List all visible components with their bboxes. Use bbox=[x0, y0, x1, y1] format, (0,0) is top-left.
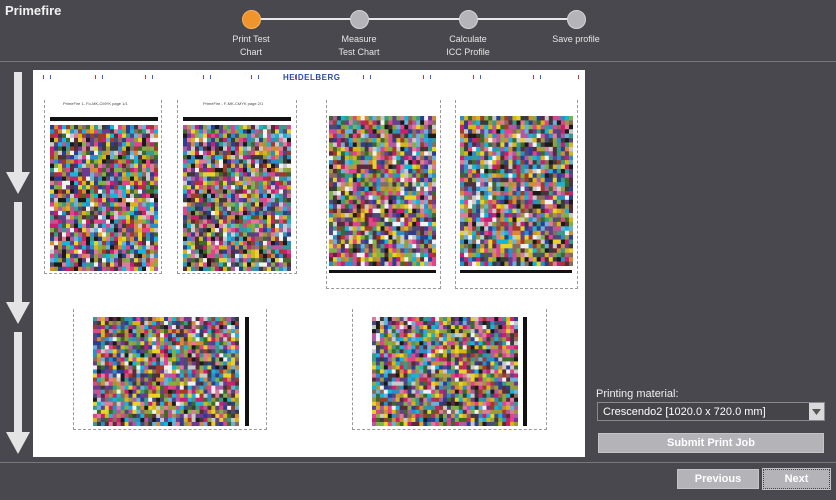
step-dot bbox=[566, 10, 586, 29]
step-label: Measure Test Chart bbox=[338, 34, 380, 57]
step-print-test-chart[interactable]: Print Test Chart bbox=[216, 8, 286, 59]
down-arrow-icon bbox=[6, 72, 30, 194]
down-arrow-icon bbox=[6, 332, 30, 454]
header-divider bbox=[0, 61, 836, 62]
wizard-steps: Print Test Chart Measure Test Chart Calc… bbox=[216, 8, 616, 58]
chevron-down-icon[interactable] bbox=[809, 403, 824, 420]
step-calculate-icc-profile[interactable]: Calculate ICC Profile bbox=[433, 8, 503, 59]
registration-mark-icon bbox=[423, 75, 431, 79]
sheet-caption: PrimeFire 1- Fo-MK-CMYK page 1/1 bbox=[63, 101, 128, 106]
registration-mark-icon bbox=[363, 75, 371, 79]
color-patch-grid bbox=[50, 125, 158, 271]
step-label: Calculate ICC Profile bbox=[446, 34, 490, 57]
next-button[interactable]: Next bbox=[762, 468, 831, 490]
registration-mark-icon bbox=[145, 75, 153, 79]
step-dot-active bbox=[241, 10, 261, 29]
black-bar bbox=[245, 317, 249, 426]
app-title: Primefire bbox=[5, 3, 62, 18]
step-dot bbox=[349, 10, 369, 29]
printing-material-label: Printing material: bbox=[596, 388, 679, 400]
color-patch-grid bbox=[372, 317, 518, 426]
step-save-profile[interactable]: Save profile bbox=[541, 8, 611, 46]
heidelberg-logo: HEIDELBERG bbox=[283, 73, 341, 82]
registration-mark-icon bbox=[95, 75, 103, 79]
registration-mark-icon bbox=[203, 75, 211, 79]
black-bar bbox=[50, 117, 158, 121]
printing-material-value: Crescendo2 [1020.0 x 720.0 mm] bbox=[603, 406, 766, 418]
registration-mark-icon bbox=[473, 75, 481, 79]
color-patch-grid bbox=[460, 116, 573, 266]
test-chart-preview: HEIDELBERG PrimeFire 1- Fo-MK-CMYK page … bbox=[33, 70, 585, 457]
color-patch-grid bbox=[329, 116, 436, 266]
registration-mark-icon bbox=[43, 75, 51, 79]
step-label: Save profile bbox=[552, 34, 600, 44]
steps-connector bbox=[251, 18, 576, 20]
registration-mark-icon bbox=[578, 75, 585, 79]
registration-mark-icon bbox=[533, 75, 541, 79]
black-bar bbox=[523, 317, 527, 426]
registration-mark-icon bbox=[251, 75, 259, 79]
step-dot bbox=[458, 10, 478, 29]
black-bar bbox=[329, 270, 436, 273]
down-arrow-icon bbox=[6, 202, 30, 324]
previous-button[interactable]: Previous bbox=[677, 469, 759, 489]
registration-mark-icon bbox=[295, 75, 303, 79]
footer-divider bbox=[0, 462, 836, 463]
sheet-header: HEIDELBERG bbox=[33, 70, 585, 92]
step-label: Print Test Chart bbox=[232, 34, 270, 57]
sheet-caption: PrimeFire - F-MK-CMYK page 2/1 bbox=[203, 101, 264, 106]
black-bar bbox=[183, 117, 291, 121]
step-measure-test-chart[interactable]: Measure Test Chart bbox=[324, 8, 394, 59]
printing-material-select[interactable]: Crescendo2 [1020.0 x 720.0 mm] bbox=[597, 402, 825, 421]
black-bar bbox=[460, 270, 572, 273]
feed-direction-arrows bbox=[4, 72, 32, 456]
color-patch-grid bbox=[183, 125, 291, 271]
color-patch-grid bbox=[93, 317, 239, 426]
submit-print-job-button[interactable]: Submit Print Job bbox=[598, 433, 824, 453]
